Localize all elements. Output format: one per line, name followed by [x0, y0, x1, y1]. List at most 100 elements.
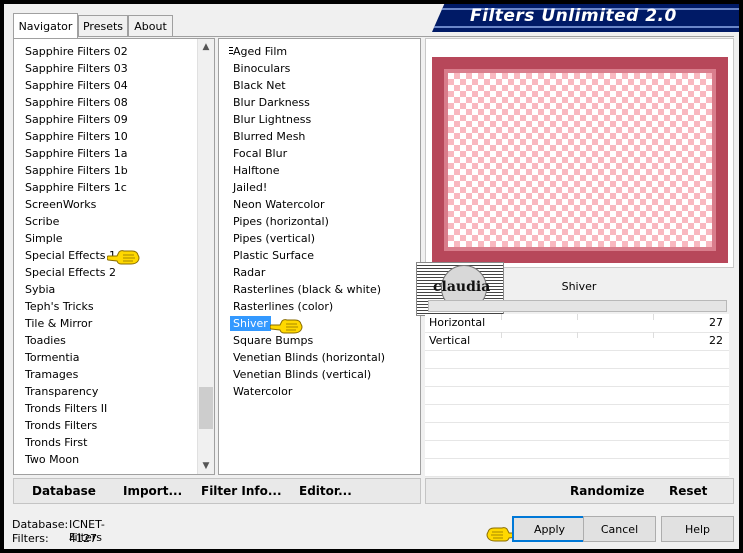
category-item[interactable]: Simple [14, 230, 128, 247]
filter-item-label: Blur Darkness [233, 96, 310, 109]
filter-item[interactable]: Blur Lightness [219, 111, 385, 128]
filter-list[interactable]: Aged Film Binoculars Black Net Blur Darknes… [218, 38, 421, 475]
title-banner: Filters Unlimited 2.0 [432, 4, 739, 32]
category-item[interactable]: Two Moon [14, 451, 128, 468]
filter-item-label: Pipes (horizontal) [233, 215, 329, 228]
category-item-label: Tormentia [25, 351, 80, 364]
filter-item-label: Square Bumps [233, 334, 314, 347]
filter-item-label: Jailed! [233, 181, 268, 194]
filter-items: Aged Film Binoculars Black Net Blur Darknes… [219, 43, 385, 400]
parameter-list[interactable]: Horizontal 27 Vertical 22 [425, 314, 729, 477]
category-item-label: Transparency [25, 385, 99, 398]
category-item[interactable]: Tramages [14, 366, 128, 383]
category-item[interactable]: Sapphire Filters 02 [14, 43, 128, 60]
category-item-label: Tramages [25, 368, 79, 381]
randomize-button[interactable]: Randomize [570, 484, 644, 498]
filter-item[interactable]: Radar [219, 264, 385, 281]
database-label: Database: [12, 518, 69, 531]
category-item[interactable]: Toadies [14, 332, 128, 349]
filter-item-label: Plastic Surface [233, 249, 314, 262]
param-label: Vertical [429, 334, 471, 347]
category-item[interactable]: Sybia [14, 281, 128, 298]
category-item-label: Sapphire Filters 1c [25, 181, 127, 194]
category-item[interactable]: Scribe [14, 213, 128, 230]
filter-item-label: Watercolor [233, 385, 293, 398]
import-button[interactable]: Import... [123, 484, 182, 498]
filter-item[interactable]: Venetian Blinds (horizontal) [219, 349, 385, 366]
category-item[interactable]: Tronds Filters II [14, 400, 128, 417]
filter-item[interactable]: Rasterlines (color) [219, 298, 385, 315]
editor-button[interactable]: Editor... [299, 484, 352, 498]
filter-item[interactable]: Pipes (horizontal) [219, 213, 385, 230]
category-item-label: Toadies [25, 334, 66, 347]
filter-item[interactable]: Binoculars [219, 60, 385, 77]
filter-item[interactable]: Blur Darkness [219, 94, 385, 111]
category-item-label: Sapphire Filters 10 [25, 130, 128, 143]
filter-item-label: Pipes (vertical) [233, 232, 316, 245]
category-item[interactable]: Special Effects 2 [14, 264, 128, 281]
reset-button[interactable]: Reset [669, 484, 707, 498]
category-item[interactable]: Transparency [14, 383, 128, 400]
scroll-down-icon[interactable]: ▼ [198, 458, 214, 474]
database-button[interactable]: Database [32, 484, 96, 498]
filter-item-label: Shiver [230, 316, 271, 331]
category-item-label: Sapphire Filters 1b [25, 164, 128, 177]
category-item[interactable]: Sapphire Filters 08 [14, 94, 128, 111]
category-item-label: Tronds Filters II [25, 402, 108, 415]
filter-item[interactable]: Rasterlines (black & white) [219, 281, 385, 298]
category-item[interactable]: Sapphire Filters 10 [14, 128, 128, 145]
filter-info-button[interactable]: Filter Info... [201, 484, 282, 498]
param-value: 27 [709, 316, 723, 329]
category-item[interactable]: ScreenWorks [14, 196, 128, 213]
category-item[interactable]: Sapphire Filters 09 [14, 111, 128, 128]
scroll-thumb[interactable] [199, 387, 213, 429]
category-item-label: Tronds Filters [25, 419, 98, 432]
category-scrollbar[interactable]: ▲ ▼ [197, 39, 214, 474]
filter-item-label: Venetian Blinds (vertical) [233, 368, 372, 381]
app-title: Filters Unlimited 2.0 [470, 6, 677, 26]
filter-item[interactable]: Aged Film [219, 43, 385, 60]
filter-item-label: Venetian Blinds (horizontal) [233, 351, 386, 364]
category-item[interactable]: Tronds Filters [14, 417, 128, 434]
category-item-label: Sapphire Filters 03 [25, 62, 128, 75]
category-item-label: Special Effects 1 [25, 249, 117, 262]
category-item-label: Sapphire Filters 08 [25, 96, 128, 109]
filter-item-label: Aged Film [233, 45, 288, 58]
category-item-label: Sapphire Filters 02 [25, 45, 128, 58]
tab-navigator[interactable]: Navigator [13, 13, 78, 38]
category-item[interactable]: Tronds First [14, 434, 128, 451]
category-item[interactable]: Sapphire Filters 03 [14, 60, 128, 77]
category-item-label: Simple [25, 232, 63, 245]
filter-item-label: Focal Blur [233, 147, 288, 160]
category-item[interactable]: Sapphire Filters 04 [14, 77, 128, 94]
filter-item[interactable]: Square Bumps [219, 332, 385, 349]
category-item[interactable]: Sapphire Filters 1b [14, 162, 128, 179]
category-item-label: Tronds First [25, 436, 88, 449]
cancel-button[interactable]: Cancel [583, 516, 656, 542]
tab-about[interactable]: About [128, 15, 173, 36]
category-item[interactable]: Sapphire Filters 1a [14, 145, 128, 162]
category-item[interactable]: Tile & Mirror [14, 315, 128, 332]
filter-item[interactable]: Venetian Blinds (vertical) [219, 366, 385, 383]
filter-item[interactable]: Pipes (vertical) [219, 230, 385, 247]
scroll-up-icon[interactable]: ▲ [198, 39, 214, 55]
filter-item-label: Blur Lightness [233, 113, 312, 126]
category-item-label: Teph's Tricks [25, 300, 94, 313]
filter-item[interactable]: Jailed! [219, 179, 385, 196]
filter-item[interactable]: Blurred Mesh [219, 128, 385, 145]
filter-item[interactable]: Focal Blur [219, 145, 385, 162]
category-item-label: Tile & Mirror [25, 317, 93, 330]
category-item[interactable]: Tormentia [14, 349, 128, 366]
preview-image [432, 57, 728, 263]
filter-item[interactable]: Plastic Surface [219, 247, 385, 264]
help-button[interactable]: Help [661, 516, 734, 542]
category-item[interactable]: Sapphire Filters 1c [14, 179, 128, 196]
tab-presets[interactable]: Presets [78, 15, 128, 36]
filter-item[interactable]: Neon Watercolor [219, 196, 385, 213]
filter-item[interactable]: Black Net [219, 77, 385, 94]
category-item-label: Sybia [25, 283, 56, 296]
category-item[interactable]: Teph's Tricks [14, 298, 128, 315]
apply-button[interactable]: Apply [512, 516, 587, 542]
filter-item[interactable]: Halftone [219, 162, 385, 179]
filter-item[interactable]: Watercolor [219, 383, 385, 400]
